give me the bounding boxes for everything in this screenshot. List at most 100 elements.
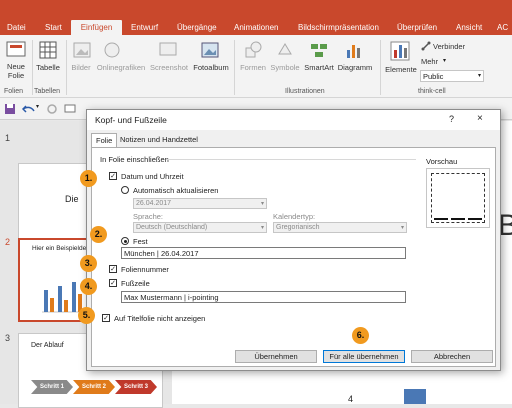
slide-number-checkbox[interactable]: ✓ bbox=[109, 265, 117, 273]
fixed-label: Fest bbox=[133, 237, 148, 246]
slide2-title: Hier ein Beispielde bbox=[32, 245, 87, 252]
dialog-title-bar: Kopf- und Fußzeile ? × bbox=[87, 110, 500, 130]
screenshot-icon bbox=[159, 42, 177, 56]
header-footer-dialog: Kopf- und Fußzeile ? × Folie Notizen und… bbox=[86, 109, 501, 371]
photo-album-icon bbox=[201, 42, 219, 58]
annotation-badge: 1. bbox=[80, 170, 97, 187]
fixed-date-field[interactable]: München | 26.04.2017 bbox=[121, 247, 406, 259]
calendar-type-label: Kalendertyp: bbox=[273, 212, 316, 221]
auto-date-select[interactable]: 26.04.2017 ▾ bbox=[133, 198, 267, 209]
tab-folie[interactable]: Folie bbox=[91, 133, 118, 147]
annotation-badge: 3. bbox=[80, 255, 97, 272]
chevron-down-icon: ▾ bbox=[260, 201, 264, 207]
annotation-badge: 4. bbox=[80, 278, 97, 295]
group-label-tabellen: Tabellen bbox=[34, 88, 61, 95]
apply-button[interactable]: Übernehmen bbox=[235, 350, 317, 363]
table-button[interactable]: Tabelle bbox=[34, 63, 62, 72]
public-dropdown-icon: ▾ bbox=[477, 73, 481, 79]
chevron-down-icon: ▾ bbox=[400, 225, 404, 231]
more-button[interactable]: Mehr bbox=[421, 57, 438, 66]
shapes-icon bbox=[245, 41, 262, 58]
annotation-badge: 5. bbox=[78, 307, 95, 324]
tab-ansicht[interactable]: Ansicht bbox=[456, 20, 482, 35]
tab-notizen-handzettel[interactable]: Notizen und Handzettel bbox=[116, 133, 202, 147]
language-select[interactable]: Deutsch (Deutschland) ▾ bbox=[133, 222, 267, 233]
tab-ueberpruefen[interactable]: Überprüfen bbox=[397, 20, 437, 35]
preview-box bbox=[426, 168, 490, 228]
elements-button[interactable]: Elemente bbox=[382, 65, 420, 74]
chart-icon bbox=[347, 45, 360, 58]
tab-entwurf[interactable]: Entwurf bbox=[131, 20, 158, 35]
online-pictures-button[interactable]: Onlinegrafiken bbox=[94, 63, 148, 72]
dialog-title: Kopf- und Fußzeile bbox=[95, 115, 167, 125]
ribbon-separator bbox=[66, 40, 67, 95]
chart-bar bbox=[404, 389, 426, 404]
process-step-2: Schritt 2 bbox=[73, 380, 115, 394]
ribbon-separator bbox=[380, 40, 381, 95]
tab-panel: In Folie einschließen ✓ Datum und Uhrzei… bbox=[91, 147, 496, 367]
auto-date-value: 26.04.2017 bbox=[136, 200, 172, 207]
slideshow-icon[interactable] bbox=[64, 103, 76, 115]
thinkcell-elements-icon bbox=[390, 41, 410, 61]
icons-icon bbox=[278, 43, 292, 55]
slide-number: 3 bbox=[5, 333, 11, 343]
icons-button[interactable]: Symbole bbox=[268, 63, 302, 72]
preview-label: Vorschau bbox=[426, 157, 458, 166]
fixed-radio[interactable] bbox=[121, 237, 129, 245]
calendar-type-select[interactable]: Gregorianisch ▾ bbox=[273, 222, 407, 233]
close-button[interactable]: × bbox=[477, 113, 483, 124]
ribbon-separator bbox=[234, 40, 235, 95]
preview-number-placeholder bbox=[468, 218, 482, 220]
tab-uebergaenge[interactable]: Übergänge bbox=[177, 20, 217, 35]
save-icon[interactable] bbox=[4, 103, 16, 115]
connector-button[interactable]: Verbinder bbox=[433, 42, 465, 51]
tab-start[interactable]: Start bbox=[45, 20, 62, 35]
pictures-button[interactable]: Bilder bbox=[68, 63, 94, 72]
footer-text-field[interactable]: Max Mustermann | i-pointing bbox=[121, 291, 406, 303]
axis-label: 4 bbox=[348, 394, 354, 404]
table-icon bbox=[39, 41, 57, 59]
tab-bildschirmpraesentation[interactable]: Bildschirmpräsentation bbox=[298, 20, 379, 35]
section-label: In Folie einschließen bbox=[100, 155, 169, 164]
slide-number: 2 bbox=[5, 237, 11, 247]
tab-animationen[interactable]: Animationen bbox=[234, 20, 278, 35]
tab-datei[interactable]: Datei bbox=[7, 20, 26, 35]
public-select[interactable]: Public ▾ bbox=[420, 70, 484, 82]
hide-on-title-checkbox[interactable]: ✓ bbox=[102, 314, 110, 322]
process-step-1: Schritt 1 bbox=[31, 380, 73, 394]
undo-icon[interactable] bbox=[22, 103, 36, 115]
screenshot-button[interactable]: Screenshot bbox=[148, 63, 190, 72]
help-button[interactable]: ? bbox=[449, 114, 454, 124]
tab-ac[interactable]: AC bbox=[497, 20, 508, 35]
footer-label: Fußzeile bbox=[121, 279, 150, 288]
undo-dropdown-icon[interactable]: ▾ bbox=[36, 103, 39, 110]
slide3-title: Der Ablauf bbox=[31, 342, 64, 349]
ribbon-separator bbox=[32, 40, 33, 95]
footer-checkbox[interactable]: ✓ bbox=[109, 279, 117, 287]
connector-icon bbox=[421, 41, 431, 51]
date-time-label: Datum und Uhrzeit bbox=[121, 172, 184, 181]
tab-einfuegen[interactable]: Einfügen bbox=[71, 20, 122, 35]
photo-album-button[interactable]: Fotoalbum bbox=[190, 63, 232, 72]
apply-all-button[interactable]: Für alle übernehmen bbox=[323, 350, 405, 363]
group-label-thinkcell: think-cell bbox=[418, 88, 446, 95]
public-select-value: Public bbox=[423, 72, 444, 81]
more-dropdown-icon: ▾ bbox=[443, 58, 447, 64]
cancel-button[interactable]: Abbrechen bbox=[411, 350, 493, 363]
annotation-badge: 2. bbox=[90, 226, 107, 243]
redo-icon[interactable] bbox=[46, 103, 58, 115]
shapes-button[interactable]: Formen bbox=[238, 63, 268, 72]
chart-button[interactable]: Diagramm bbox=[336, 63, 374, 72]
new-slide-icon bbox=[6, 41, 26, 57]
slide1-title: Die bbox=[65, 194, 79, 204]
auto-update-label: Automatisch aktualisieren bbox=[133, 186, 219, 195]
auto-update-radio[interactable] bbox=[121, 186, 129, 194]
language-value: Deutsch (Deutschland) bbox=[136, 224, 208, 231]
new-slide-button[interactable]: Neue Folie bbox=[3, 62, 29, 80]
smartart-button[interactable]: SmartArt bbox=[302, 63, 336, 72]
preview-slide bbox=[431, 173, 485, 223]
chevron-down-icon: ▾ bbox=[260, 225, 264, 231]
preview-date-placeholder bbox=[434, 218, 448, 220]
date-time-checkbox[interactable]: ✓ bbox=[109, 172, 117, 180]
section-divider bbox=[166, 159, 416, 160]
